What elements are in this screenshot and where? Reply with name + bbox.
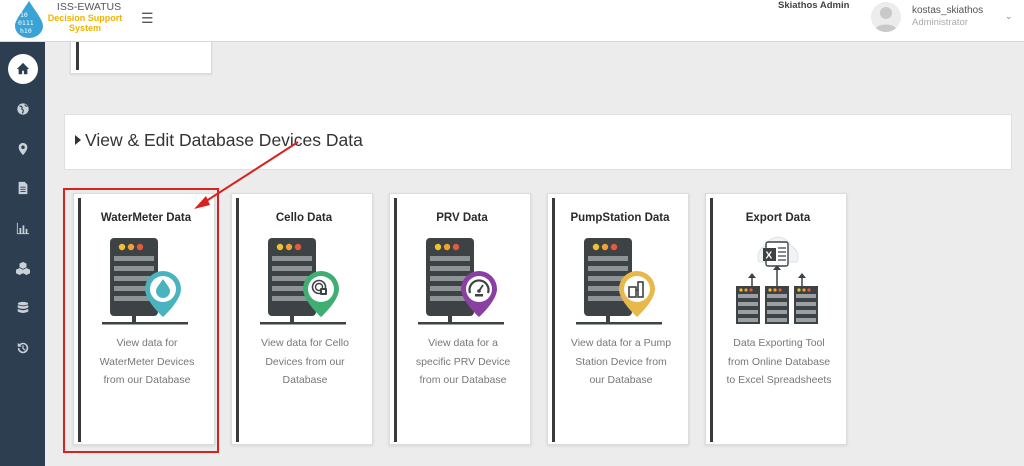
card-title: PRV Data bbox=[436, 212, 488, 224]
user-role: Administrator bbox=[912, 17, 968, 28]
excel-export-icon: X bbox=[736, 236, 818, 324]
map-marker-icon bbox=[18, 142, 27, 156]
card-accent-bar bbox=[76, 42, 79, 70]
card-pumpstation-data[interactable]: PumpStation Data View data for a Pump St… bbox=[547, 193, 689, 445]
section-header[interactable]: View & Edit Database Devices Data bbox=[64, 114, 1012, 170]
history-icon bbox=[17, 342, 28, 354]
hamburger-icon[interactable]: ☰ bbox=[141, 10, 154, 27]
site-name: Skiathos Admin bbox=[778, 0, 850, 11]
sidebar-item-history[interactable] bbox=[0, 331, 45, 365]
avatar[interactable] bbox=[871, 2, 901, 32]
user-name[interactable]: kostas_skiathos bbox=[912, 5, 983, 16]
database-icon bbox=[17, 301, 28, 314]
document-icon bbox=[18, 181, 27, 195]
previous-card bbox=[70, 42, 212, 74]
card-export-data[interactable]: Export Data X Data Exporting Tool from O… bbox=[705, 193, 847, 445]
sidebar-item-documents[interactable] bbox=[0, 171, 45, 205]
caret-right-icon[interactable] bbox=[75, 135, 81, 145]
card-description: Data Exporting Tool from Online Database… bbox=[726, 337, 832, 386]
brand-title: ISS-EWATUS bbox=[56, 1, 122, 13]
card-accent-bar bbox=[710, 198, 713, 442]
sidebar-item-map[interactable] bbox=[0, 132, 45, 166]
server-pressure-gauge-icon bbox=[418, 238, 504, 325]
svg-text:0111: 0111 bbox=[18, 19, 34, 27]
card-accent-bar bbox=[552, 198, 555, 442]
bar-chart-icon bbox=[16, 222, 29, 235]
svg-text:10: 10 bbox=[20, 11, 28, 19]
server-cello-device-icon bbox=[260, 238, 346, 325]
card-prv-data[interactable]: PRV Data View data for a specific PRV De… bbox=[389, 193, 531, 445]
highlight-box bbox=[63, 188, 219, 453]
sidebar bbox=[0, 42, 45, 466]
active-indicator bbox=[7, 54, 38, 84]
globe-icon bbox=[16, 103, 29, 115]
card-title: PumpStation Data bbox=[570, 212, 670, 224]
top-header: 10 0111 h10 ISS-EWATUS Decision Support … bbox=[0, 0, 1024, 42]
brand-subtitle: Decision Support System bbox=[47, 13, 123, 33]
section-title: View & Edit Database Devices Data bbox=[85, 130, 363, 150]
sidebar-item-modules[interactable] bbox=[0, 251, 45, 285]
user-avatar-icon bbox=[874, 7, 898, 32]
card-title: Cello Data bbox=[275, 212, 333, 224]
card-description: View data for Cello Devices from our Dat… bbox=[261, 337, 349, 386]
card-cello-data[interactable]: Cello Data View data for Cello Devices f… bbox=[231, 193, 373, 445]
server-pump-station-icon bbox=[576, 238, 662, 325]
chevron-down-icon[interactable]: ⌄ bbox=[1005, 11, 1013, 22]
water-drop-logo-icon[interactable]: 10 0111 h10 bbox=[12, 0, 46, 38]
card-title: Export Data bbox=[745, 212, 811, 224]
sidebar-item-charts[interactable] bbox=[0, 211, 45, 245]
card-description: View data for a Pump Station Device from… bbox=[570, 337, 672, 386]
card-description: View data for a specific PRV Device from… bbox=[415, 337, 511, 386]
home-icon bbox=[16, 62, 29, 75]
sidebar-item-globe[interactable] bbox=[0, 92, 45, 126]
card-accent-bar bbox=[394, 198, 397, 442]
svg-text:h10: h10 bbox=[20, 27, 32, 35]
cubes-icon bbox=[15, 261, 30, 275]
svg-text:X: X bbox=[766, 251, 773, 262]
sidebar-item-home[interactable] bbox=[0, 52, 45, 86]
card-accent-bar bbox=[236, 198, 239, 442]
sidebar-item-database[interactable] bbox=[0, 291, 45, 325]
